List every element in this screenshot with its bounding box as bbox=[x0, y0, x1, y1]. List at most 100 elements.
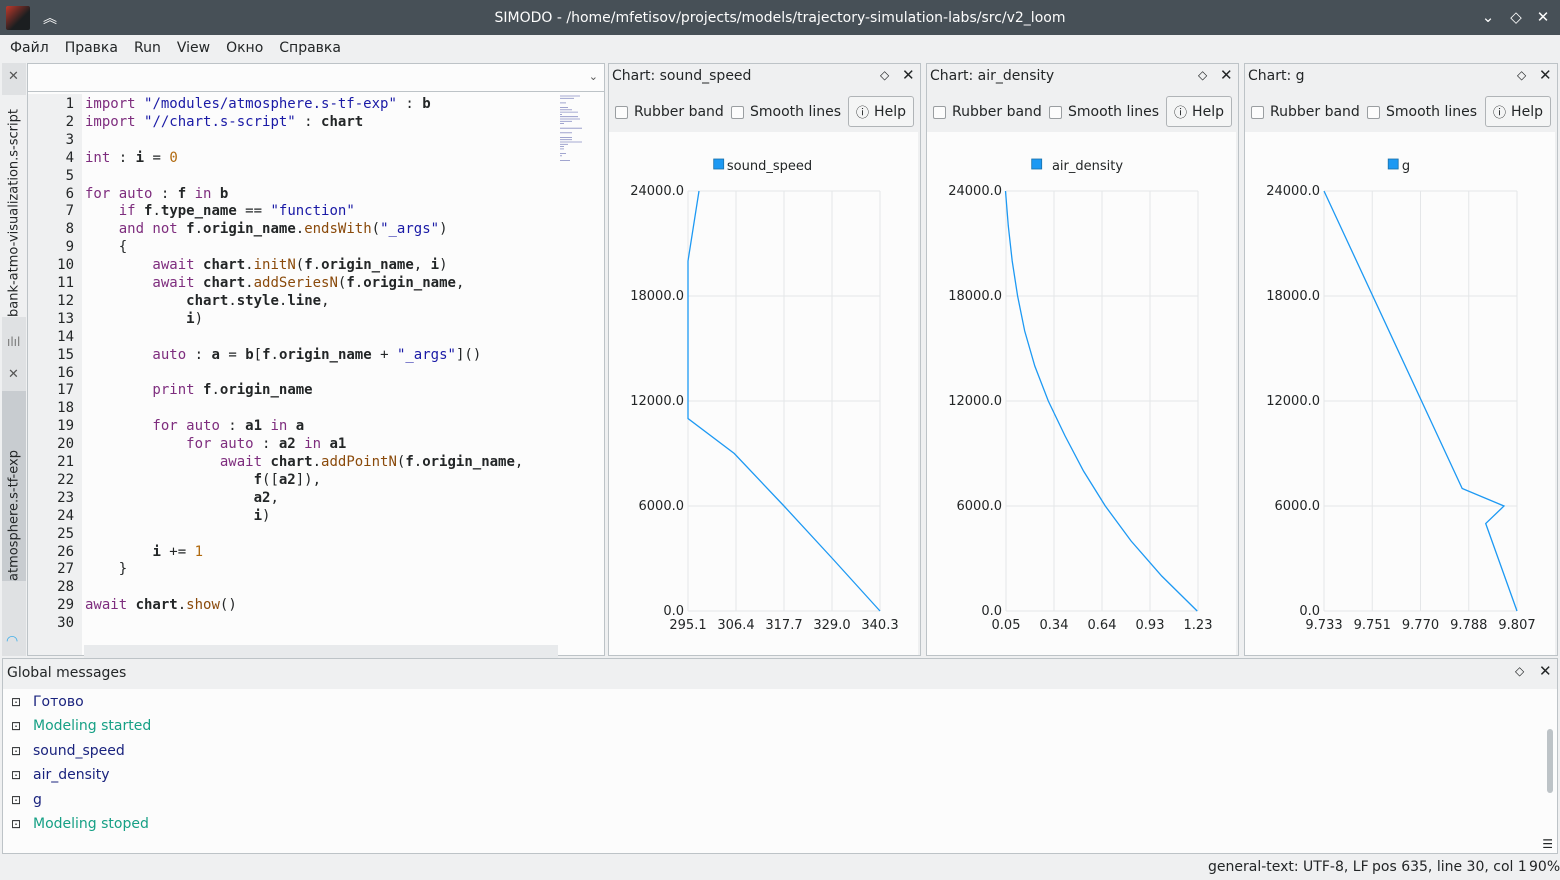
checkbox-label: Smooth lines bbox=[1386, 104, 1478, 120]
menu-file[interactable]: Файл bbox=[2, 40, 57, 56]
messages-list[interactable]: ☰ ⊡ Готово ⊡ Modeling started ⊡ sound_speed ⊡ a… bbox=[3, 689, 1557, 853]
message-info-icon: ⊡ bbox=[11, 792, 22, 807]
code-token: , bbox=[455, 275, 465, 291]
code-token: i bbox=[152, 543, 161, 560]
code-token: ( bbox=[371, 221, 381, 238]
rubber-band-checkbox[interactable]: Rubber band bbox=[1251, 104, 1360, 120]
code-line: 9 { bbox=[28, 239, 604, 257]
message-item[interactable]: ⊡ Modeling stoped bbox=[11, 814, 149, 834]
close-tab-icon[interactable]: ✕ bbox=[8, 367, 19, 382]
info-circle-icon: ⓘ bbox=[1493, 106, 1507, 121]
code-token: . bbox=[413, 454, 423, 470]
close-icon[interactable]: ✕ bbox=[1532, 6, 1554, 28]
code-token: int bbox=[85, 149, 111, 166]
close-icon[interactable]: ✕ bbox=[1539, 66, 1552, 84]
line-number: 10 bbox=[57, 257, 74, 274]
x-tick-label: 0.93 bbox=[1136, 618, 1165, 633]
code-token: ) bbox=[194, 310, 204, 327]
checkbox-box bbox=[1049, 105, 1062, 119]
checkbox-box bbox=[615, 105, 628, 119]
code-line: 6 for auto : f in b bbox=[28, 186, 604, 204]
code-token: . bbox=[152, 203, 161, 220]
code-token: await bbox=[85, 257, 204, 274]
float-diamond-icon[interactable]: ◇ bbox=[1198, 68, 1207, 82]
code-token: [ bbox=[253, 346, 263, 363]
message-item[interactable]: ⊡ sound_speed bbox=[11, 741, 125, 761]
line-number: 27 bbox=[57, 561, 74, 578]
message-text: air_density bbox=[33, 767, 110, 784]
maximize-icon[interactable]: ◇ bbox=[1505, 6, 1527, 28]
code-token: origin_name bbox=[278, 346, 372, 363]
smooth-lines-checkbox[interactable]: Smooth lines bbox=[1367, 104, 1477, 120]
tab-bank-atmo-visualization[interactable]: bank-atmo-visualization.s-script bbox=[2, 95, 26, 317]
keep-above-icon[interactable]: ︽ bbox=[40, 8, 60, 28]
checkbox-box bbox=[933, 105, 946, 119]
code-text: if f.type_name == "function" bbox=[85, 203, 355, 221]
code-token: import bbox=[85, 113, 145, 130]
code-line: 4 int : i = 0 bbox=[28, 150, 604, 168]
line-number: 8 bbox=[65, 221, 74, 238]
simodo-logo-icon[interactable] bbox=[6, 5, 30, 30]
float-diamond-icon[interactable]: ◇ bbox=[1515, 664, 1524, 678]
code-editor[interactable]: 1 import "/modules/atmosphere.s-tf-exp" :… bbox=[28, 94, 604, 663]
window-titlebar[interactable]: ︽ SIMODO - /home/mfetisov/projects/model… bbox=[0, 0, 1560, 35]
code-line: 16 bbox=[28, 365, 604, 383]
code-token: for bbox=[85, 436, 220, 453]
help-button[interactable]: ⓘ Help bbox=[848, 96, 914, 127]
menu-help[interactable]: Справка bbox=[271, 40, 349, 56]
minimize-icon[interactable]: ⌄ bbox=[1477, 6, 1499, 28]
legend-label: g bbox=[1402, 159, 1410, 174]
zoom-level: 90% bbox=[1529, 859, 1560, 875]
close-icon[interactable]: ✕ bbox=[1220, 66, 1233, 84]
code-token: ( bbox=[295, 257, 305, 274]
menu-view[interactable]: View bbox=[169, 40, 218, 56]
chart-plot-area[interactable]: 9.733 9.751 9.770 9.788 9.807 0.0 6000.0 12000.… bbox=[1245, 132, 1555, 655]
rubber-band-checkbox[interactable]: Rubber band bbox=[615, 104, 724, 120]
line-number: 2 bbox=[65, 113, 74, 130]
chart-pane-title: Chart: g bbox=[1248, 68, 1305, 84]
y-tick-label: 12000.0 bbox=[1266, 394, 1320, 409]
rubber-band-checkbox[interactable]: Rubber band bbox=[933, 104, 1042, 120]
smooth-lines-checkbox[interactable]: Smooth lines bbox=[1049, 104, 1159, 120]
scrollbar[interactable] bbox=[1547, 729, 1553, 793]
code-token: addPointN bbox=[321, 454, 397, 470]
message-item[interactable]: ⊡ g bbox=[11, 790, 42, 810]
menu-window[interactable]: Окно bbox=[218, 40, 271, 56]
window-title: SIMODO - /home/mfetisov/projects/models/… bbox=[494, 9, 1066, 26]
code-token: : bbox=[219, 418, 246, 435]
menu-run[interactable]: Run bbox=[126, 40, 169, 56]
y-tick-label: 24000.0 bbox=[630, 184, 684, 199]
chart-pane-g: Chart: g ◇ ✕ Rubber band Smooth lines ⓘ Help 9.… bbox=[1244, 63, 1558, 656]
help-button[interactable]: ⓘ Help bbox=[1166, 96, 1232, 127]
help-button[interactable]: ⓘ Help bbox=[1485, 96, 1551, 127]
chart-icon: ılıl bbox=[7, 335, 21, 349]
symbol-selector[interactable]: ⌄ bbox=[28, 64, 604, 92]
message-item[interactable]: ⊡ Готово bbox=[11, 692, 84, 712]
scroll-menu-icon[interactable]: ☰ bbox=[1542, 837, 1553, 851]
close-icon[interactable]: ✕ bbox=[1539, 662, 1552, 680]
code-token: await bbox=[85, 275, 204, 291]
checkbox-label: Smooth lines bbox=[750, 104, 842, 120]
tab-atmosphere-s-tf-exp[interactable]: atmosphere.s-tf-exp bbox=[2, 391, 26, 581]
code-token: , bbox=[514, 454, 524, 470]
tab-label: bank-atmo-visualization.s-script bbox=[6, 109, 22, 317]
code-token: style bbox=[236, 292, 279, 309]
chart-plot-area[interactable]: 0.05 0.34 0.64 0.93 1.23 0.0 6000.0 12000.0 1800… bbox=[927, 132, 1236, 655]
float-diamond-icon[interactable]: ◇ bbox=[1517, 68, 1526, 82]
x-tick-label: 0.34 bbox=[1040, 618, 1069, 633]
code-token: type_name bbox=[160, 203, 237, 220]
code-token: for bbox=[85, 185, 119, 202]
code-token: ) bbox=[262, 507, 271, 524]
close-icon[interactable]: ✕ bbox=[902, 66, 915, 84]
message-item[interactable]: ⊡ air_density bbox=[11, 765, 110, 785]
code-text: { bbox=[85, 239, 127, 257]
float-diamond-icon[interactable]: ◇ bbox=[880, 68, 889, 82]
code-token: 1 bbox=[194, 543, 204, 560]
chart-plot-area[interactable]: 295.1 306.4 317.7 329.0 340.3 0.0 6000.0 12000.… bbox=[609, 132, 918, 655]
message-item[interactable]: ⊡ Modeling started bbox=[11, 716, 151, 736]
code-text: chart.style.line, bbox=[85, 292, 329, 311]
close-tab-icon[interactable]: ✕ bbox=[8, 69, 19, 84]
smooth-lines-checkbox[interactable]: Smooth lines bbox=[731, 104, 841, 120]
code-text: a2, bbox=[85, 490, 279, 508]
menu-edit[interactable]: Правка bbox=[57, 40, 126, 56]
